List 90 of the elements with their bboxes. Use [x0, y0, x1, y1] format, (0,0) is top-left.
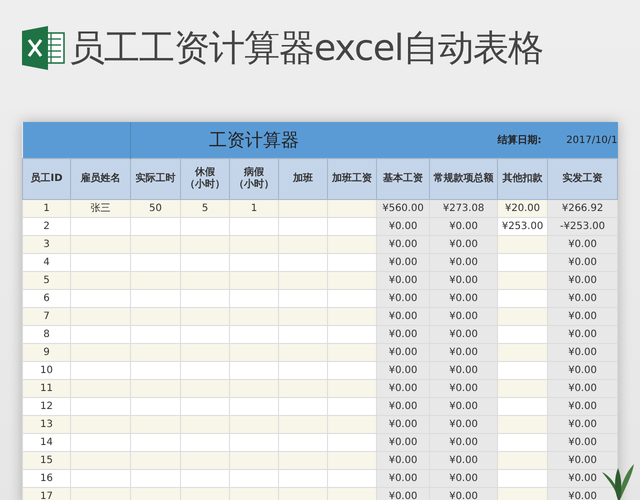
- table-cell: ¥0.00: [430, 398, 498, 416]
- table-cell: 6: [22, 290, 70, 308]
- sheet-title: 工资计算器: [130, 122, 377, 158]
- table-cell: 2: [22, 218, 70, 236]
- table-cell: 9: [22, 344, 70, 362]
- column-header: （小时）: [233, 179, 275, 191]
- table-cell: 15: [22, 452, 70, 470]
- banner-title: 员工工资计算器excel自动表格: [69, 26, 544, 70]
- column-header: 雇员姓名: [80, 173, 122, 185]
- column-header: 加班工资: [331, 173, 374, 185]
- table-cell: 12: [22, 398, 70, 416]
- table-cell: ¥0.00: [430, 272, 498, 290]
- column-header: 加班: [292, 173, 314, 185]
- table-cell: ¥0.00: [430, 326, 498, 344]
- table-cell: ¥0.00: [548, 434, 618, 452]
- column-header: 其他扣款: [502, 173, 544, 185]
- table-cell: ¥0.00: [548, 452, 618, 470]
- table-cell: ¥560.00: [376, 200, 430, 218]
- table-cell: 张三: [70, 200, 130, 218]
- table-cell: ¥0.00: [376, 434, 430, 452]
- table-cell: ¥0.00: [548, 254, 618, 272]
- table-cell: ¥0.00: [376, 362, 430, 380]
- column-header: 员工ID: [29, 173, 64, 185]
- table-cell: -¥253.00: [548, 218, 618, 236]
- table-cell: ¥0.00: [548, 398, 618, 416]
- table-cell: 4: [22, 254, 70, 272]
- table-cell: 8: [22, 326, 70, 344]
- table-cell: ¥0.00: [430, 380, 498, 398]
- table-cell: ¥253.00: [498, 218, 548, 236]
- table-cell: ¥0.00: [376, 344, 430, 362]
- table-cell: ¥0.00: [548, 308, 618, 326]
- table-cell: ¥0.00: [430, 416, 498, 434]
- table-cell: ¥0.00: [376, 308, 430, 326]
- table-cell: ¥0.00: [430, 254, 498, 272]
- table-cell: ¥0.00: [430, 362, 498, 380]
- table-cell: 5: [180, 200, 230, 218]
- table-cell: 14: [22, 434, 70, 452]
- table-cell: ¥0.00: [548, 344, 618, 362]
- table-cell: ¥273.08: [430, 200, 498, 218]
- table-cell: ¥0.00: [376, 470, 430, 488]
- table-cell: ¥0.00: [430, 434, 498, 452]
- column-header: 病假: [242, 167, 265, 178]
- spreadsheet-logo-icon: [20, 25, 66, 71]
- table-cell: ¥0.00: [548, 380, 618, 398]
- column-header: 基本工资: [382, 173, 424, 185]
- table-cell: ¥0.00: [430, 290, 498, 308]
- table-cell: ¥266.92: [548, 200, 618, 218]
- date-value: 2017/10/1: [548, 122, 618, 158]
- table-cell: ¥0.00: [376, 218, 430, 236]
- table-cell: 50: [130, 200, 180, 218]
- table-cell: ¥0.00: [376, 290, 430, 308]
- table-cell: ¥0.00: [376, 254, 430, 272]
- column-header: 实际工时: [134, 173, 176, 185]
- table-cell: ¥0.00: [548, 236, 618, 254]
- table-cell: ¥0.00: [376, 416, 430, 434]
- column-header: 休假: [194, 167, 216, 178]
- table-cell: ¥0.00: [430, 452, 498, 470]
- table-cell: ¥0.00: [548, 290, 618, 308]
- table-cell: 1: [230, 200, 278, 218]
- table-cell: ¥0.00: [376, 380, 430, 398]
- table-cell: 7: [22, 308, 70, 326]
- column-header: （小时）: [184, 179, 226, 191]
- table-cell: ¥0.00: [430, 308, 498, 326]
- table-cell: 10: [22, 362, 70, 380]
- table-cell: ¥0.00: [376, 398, 430, 416]
- table-cell: ¥20.00: [498, 200, 548, 218]
- table-cell: ¥0.00: [548, 362, 618, 380]
- table-cell: 5: [22, 272, 70, 290]
- table-cell: ¥0.00: [548, 272, 618, 290]
- table-cell: ¥0.00: [376, 236, 430, 254]
- table-cell: 13: [22, 416, 70, 434]
- table-cell: 17: [22, 488, 70, 500]
- table-cell: ¥0.00: [548, 326, 618, 344]
- column-header: 实发工资: [562, 173, 604, 185]
- table-cell: ¥0.00: [376, 272, 430, 290]
- table-cell: ¥0.00: [376, 488, 430, 500]
- table-cell: ¥0.00: [430, 344, 498, 362]
- table-cell: ¥0.00: [376, 326, 430, 344]
- table-cell: ¥0.00: [430, 218, 498, 236]
- table-cell: ¥0.00: [376, 452, 430, 470]
- table-cell: 11: [22, 380, 70, 398]
- column-header: 常规款项总额: [432, 173, 495, 185]
- date-label: 结算日期:: [498, 122, 548, 158]
- table-cell: ¥0.00: [430, 470, 498, 488]
- table-cell: ¥0.00: [430, 488, 498, 500]
- table-cell: ¥0.00: [430, 236, 498, 254]
- table-cell: ¥0.00: [548, 416, 618, 434]
- table-cell: 3: [22, 236, 70, 254]
- table-cell: 16: [22, 470, 70, 488]
- table-cell: 1: [22, 200, 70, 218]
